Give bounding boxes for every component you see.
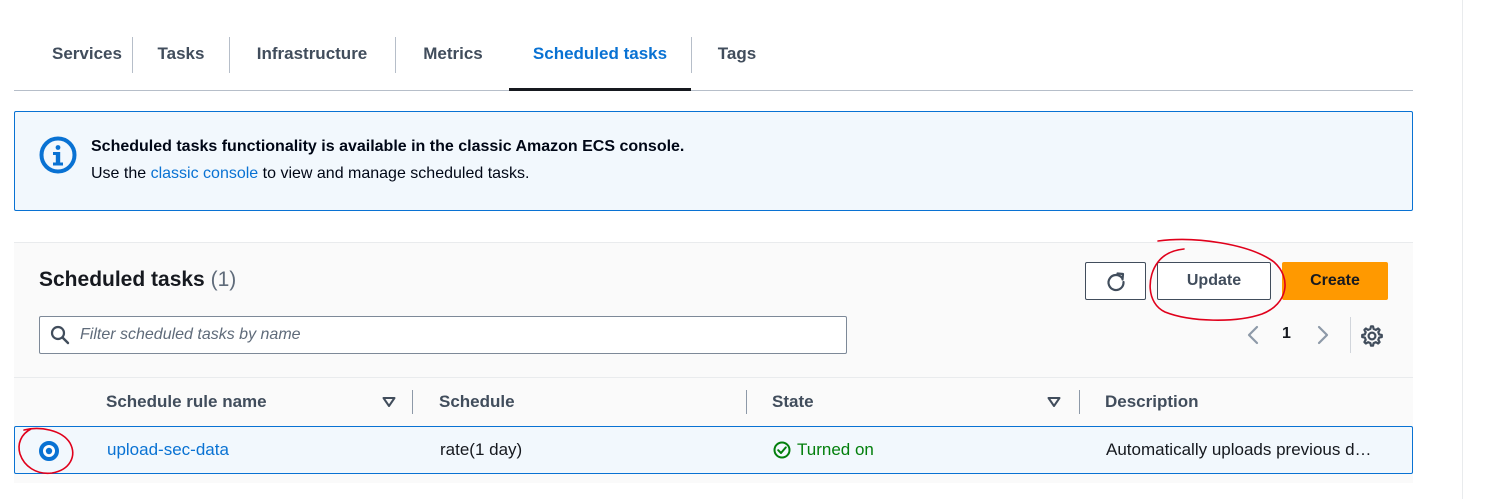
alert-body-suffix: to view and manage scheduled tasks. (258, 165, 530, 182)
column-divider (746, 390, 747, 414)
panel-count: (1) (210, 268, 237, 291)
filter-input[interactable] (78, 319, 822, 351)
sort-down-icon[interactable] (382, 396, 396, 408)
column-header-state[interactable]: State (772, 378, 814, 426)
column-header-schedule: Schedule (439, 392, 515, 411)
panel-title: Scheduled tasks (1) (39, 268, 236, 292)
tab-scheduled-tasks[interactable]: Scheduled tasks (509, 18, 691, 91)
state-text: Turned on (797, 440, 874, 459)
row-radio-selected[interactable] (39, 441, 59, 461)
scheduled-tasks-panel: Scheduled tasks (1) Update Create 1 Sche… (14, 242, 1413, 483)
panel-title-text: Scheduled tasks (39, 268, 205, 291)
state-cell: Turned on (773, 427, 874, 473)
page-edge-divider (1462, 0, 1463, 499)
tab-metrics[interactable]: Metrics (414, 18, 492, 90)
table-row[interactable]: upload-sec-data rate(1 day) Turned on Au… (14, 426, 1413, 474)
column-header-schedule-rule-name[interactable]: Schedule rule name (106, 378, 267, 426)
pager-divider (1350, 317, 1351, 353)
tab-tags[interactable]: Tags (708, 18, 766, 90)
schedule-cell: rate(1 day) (440, 440, 523, 459)
refresh-icon (1106, 272, 1125, 292)
check-circle-icon (773, 441, 791, 459)
tab-infrastructure[interactable]: Infrastructure (250, 18, 374, 90)
tab-bar: Services Tasks Infrastructure Metrics Sc… (14, 18, 1413, 91)
tab-tasks[interactable]: Tasks (150, 18, 212, 90)
description-cell: Automatically uploads previous d… (1106, 440, 1372, 459)
search-icon (50, 325, 70, 345)
alert-title: Scheduled tasks functionality is availab… (91, 138, 685, 155)
create-button[interactable]: Create (1282, 262, 1388, 300)
tab-divider (395, 37, 396, 73)
column-divider (1079, 390, 1080, 414)
column-header-description: Description (1105, 392, 1199, 411)
tab-services[interactable]: Services (40, 18, 134, 90)
filter-field[interactable] (39, 316, 847, 354)
info-alert: Scheduled tasks functionality is availab… (14, 111, 1413, 211)
alert-body-prefix: Use the (91, 165, 151, 182)
column-divider (412, 390, 413, 414)
schedule-rule-name-cell: upload-sec-data (107, 427, 229, 473)
info-icon (39, 136, 77, 174)
refresh-button[interactable] (1085, 262, 1146, 300)
schedule-rule-link[interactable]: upload-sec-data (107, 440, 229, 460)
sort-down-icon[interactable] (1047, 396, 1061, 408)
tab-divider (132, 37, 133, 73)
classic-console-link[interactable]: classic console (151, 165, 259, 182)
alert-body: Use the classic console to view and mana… (91, 165, 529, 183)
chevron-left-icon[interactable] (1244, 324, 1262, 346)
chevron-right-icon[interactable] (1314, 324, 1332, 346)
update-button[interactable]: Update (1157, 262, 1271, 300)
gear-icon[interactable] (1361, 325, 1383, 347)
tab-divider (229, 37, 230, 73)
page-number[interactable]: 1 (1282, 325, 1291, 343)
table-header: Schedule rule name Schedule State Descri… (14, 377, 1413, 426)
tab-divider (691, 37, 692, 73)
